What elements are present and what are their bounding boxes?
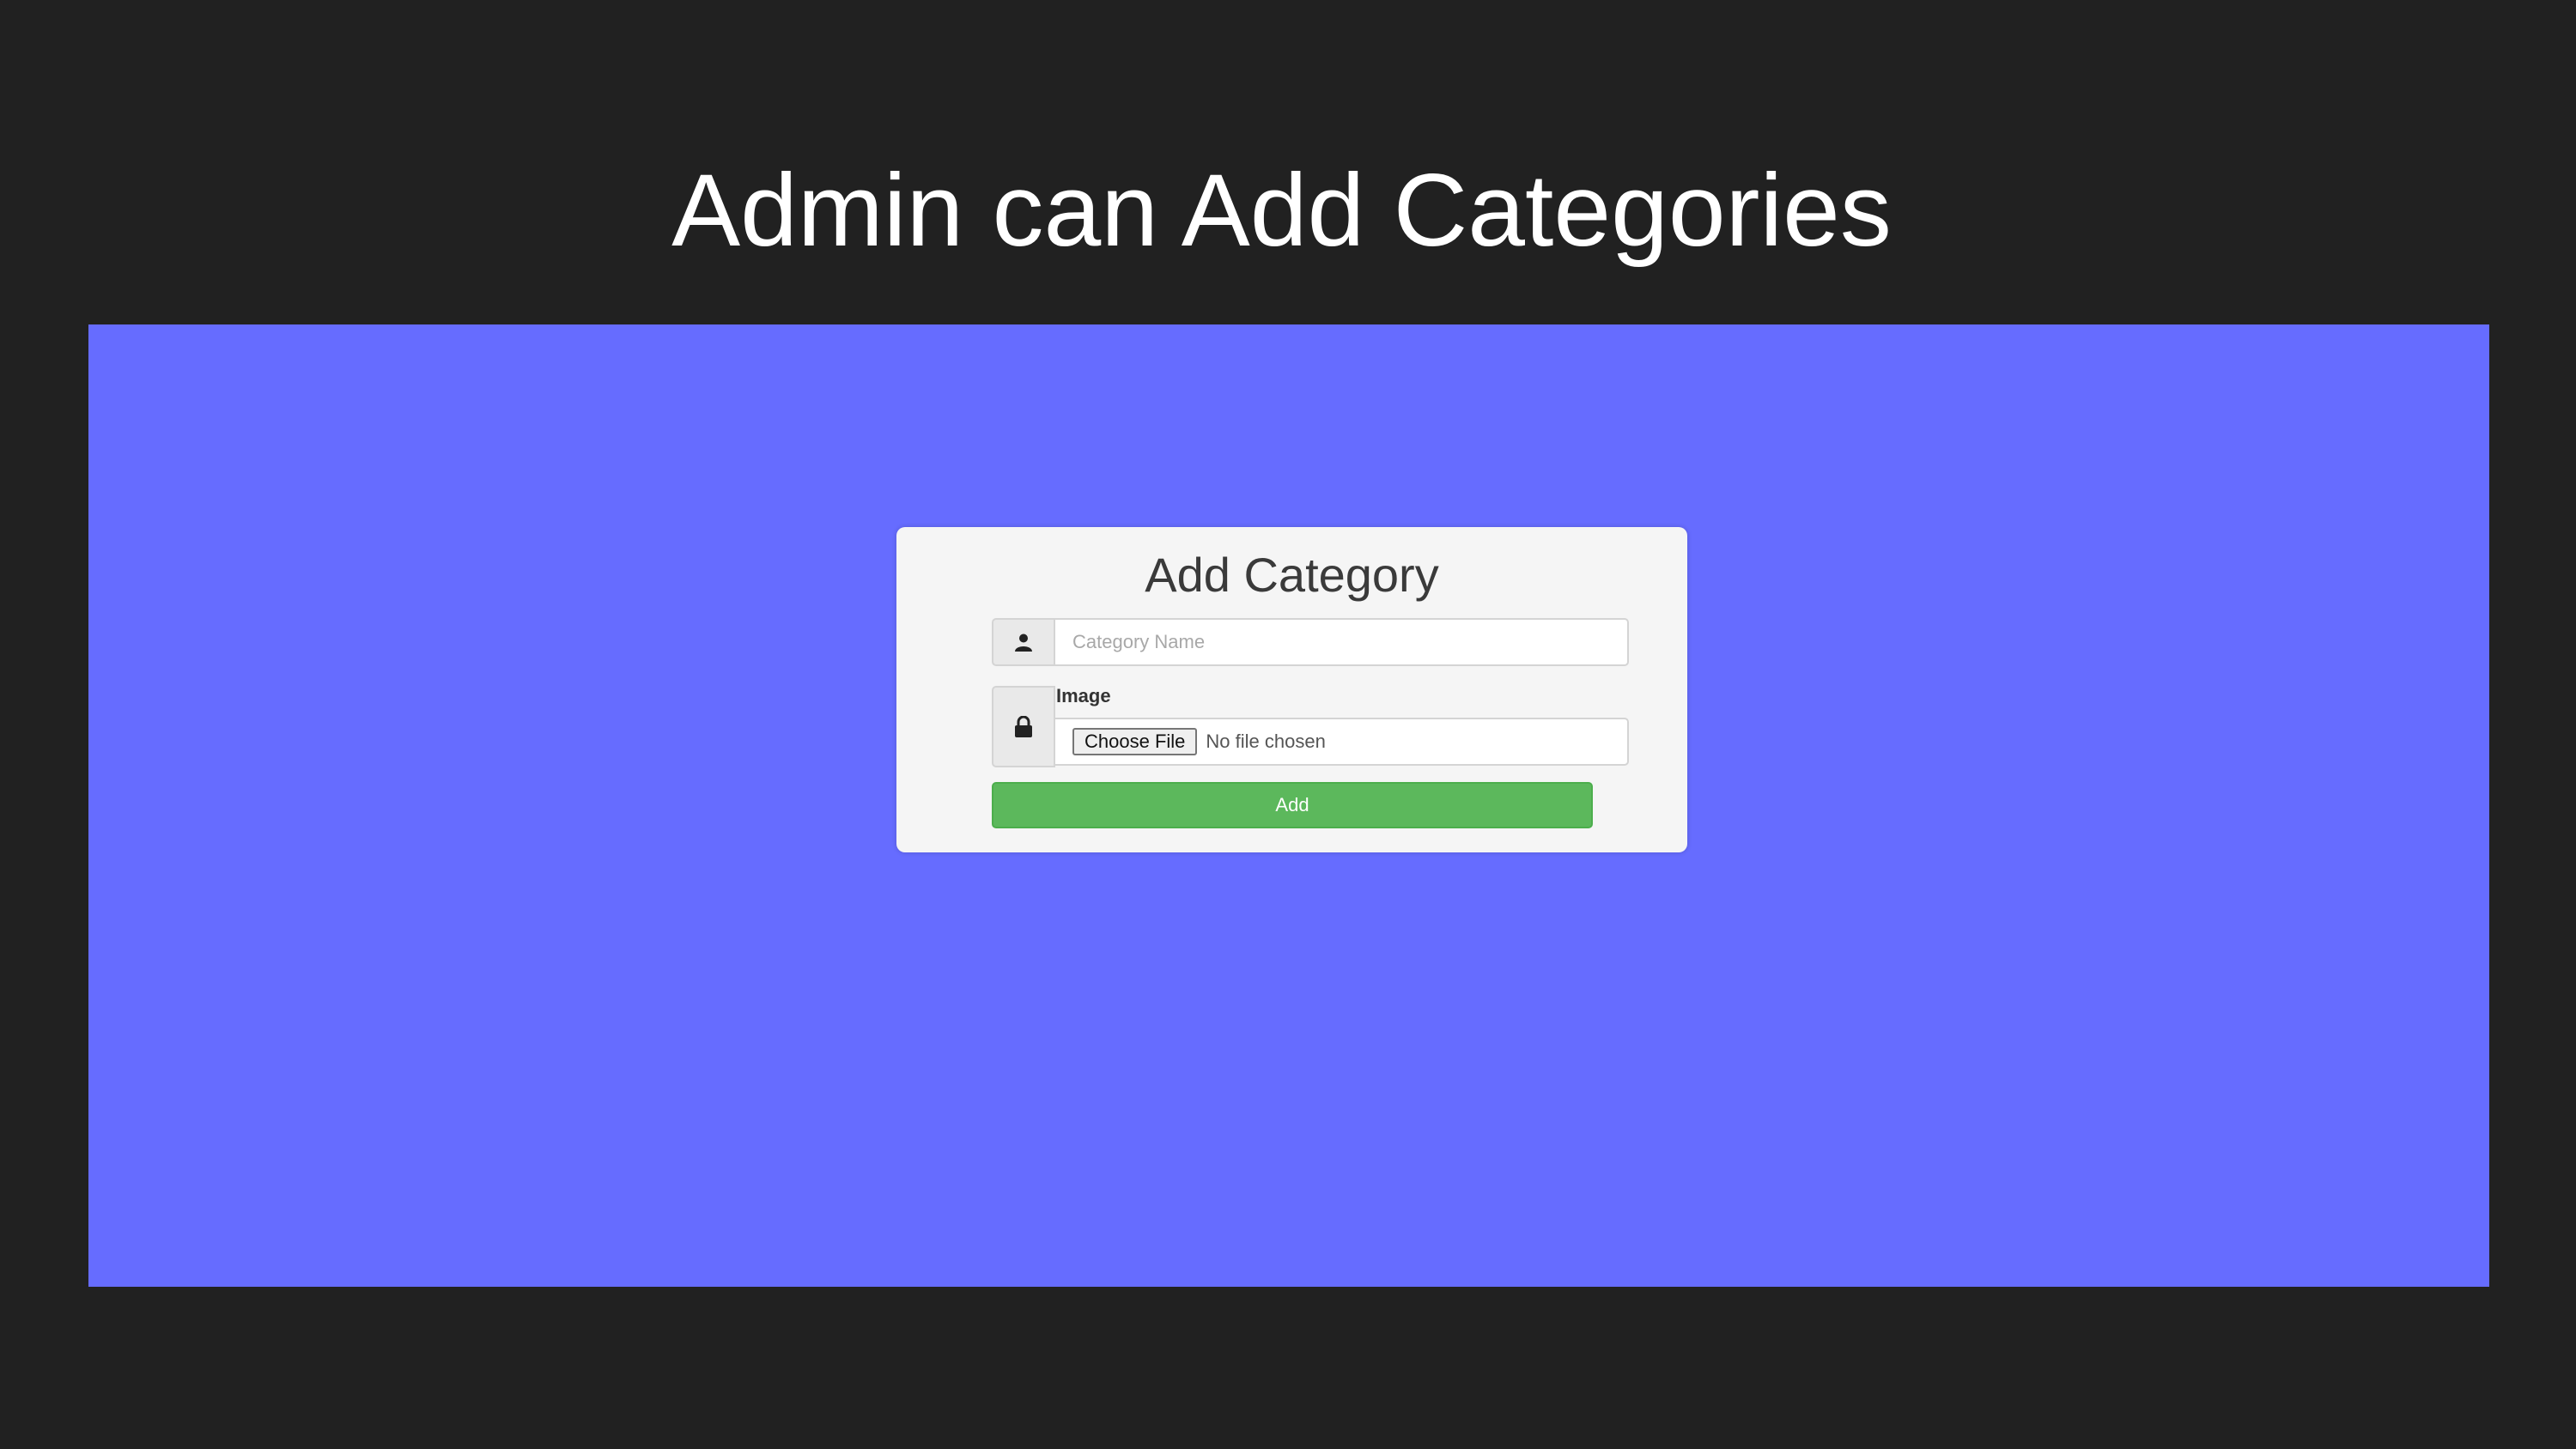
image-file-input[interactable]: Choose File No file chosen (1054, 718, 1629, 766)
category-name-input[interactable] (1054, 618, 1629, 666)
add-category-card: Add Category Image Choose File No file c… (896, 527, 1687, 852)
category-name-addon (992, 618, 1055, 666)
file-status-text: No file chosen (1206, 731, 1326, 752)
add-button[interactable]: Add (992, 782, 1593, 828)
lock-icon (1015, 715, 1032, 737)
form-title: Add Category (1145, 548, 1439, 602)
user-icon (1015, 634, 1032, 652)
image-addon (992, 686, 1055, 767)
slide: Admin can Add Categories Add Category Im… (0, 0, 2576, 1449)
slide-title: Admin can Add Categories (671, 153, 1892, 268)
app-screenshot: Add Category Image Choose File No file c… (88, 324, 2489, 1287)
image-label: Image (1056, 685, 1111, 706)
choose-file-button[interactable]: Choose File (1072, 728, 1198, 755)
